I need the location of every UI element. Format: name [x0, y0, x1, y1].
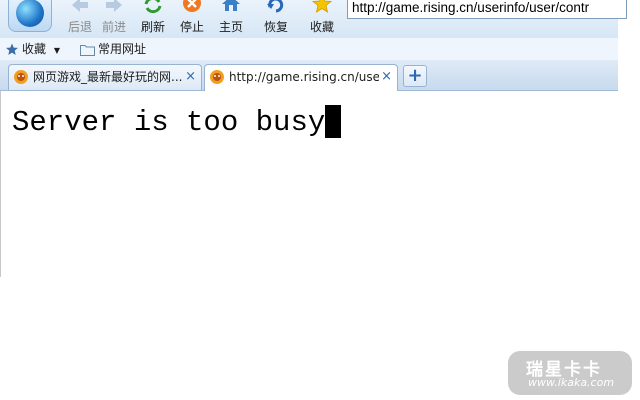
common-sites-folder[interactable]: 常用网址 — [80, 41, 146, 57]
restore-icon — [267, 0, 284, 13]
new-tab-button[interactable]: + — [403, 65, 427, 87]
forward-button[interactable]: 前进 — [94, 0, 134, 38]
stop-icon — [183, 0, 201, 12]
page-content: Server is too busy — [0, 91, 619, 277]
folder-icon — [80, 44, 95, 56]
dropdown-arrow-icon: ▼ — [53, 46, 60, 55]
refresh-button[interactable]: 刷新 — [133, 0, 173, 38]
refresh-label: 刷新 — [140, 20, 165, 34]
stop-button[interactable]: 停止 — [172, 0, 212, 38]
tab-active-game-rising[interactable]: http://game.rising.cn/use... × — [204, 64, 398, 91]
forward-label: 前进 — [101, 20, 126, 34]
restore-label: 恢复 — [263, 20, 288, 34]
server-busy-message: Server is too busy — [12, 105, 342, 139]
watermark-url: www.ikaka.com — [528, 376, 615, 389]
tab-bar: 网页游戏_最新最好玩的网... × http://game.rising.cn/… — [0, 60, 618, 91]
tab-favicon-icon — [14, 70, 28, 84]
watermark-logo: 瑞星卡卡 www.ikaka.com — [508, 351, 632, 395]
refresh-icon — [144, 0, 162, 14]
common-sites-label: 常用网址 — [98, 42, 147, 56]
tab-close-icon[interactable]: × — [381, 65, 392, 89]
text-cursor — [325, 105, 342, 138]
home-icon — [222, 0, 240, 11]
tab-games[interactable]: 网页游戏_最新最好玩的网... × — [8, 64, 202, 90]
browser-toolbar: 后退 前进 刷新 停止 主页 恢复 收藏 http://game.rising.… — [0, 0, 627, 38]
favorites-menu-label: 收藏 — [22, 42, 47, 56]
star-icon — [311, 0, 333, 13]
forward-arrow-icon — [106, 0, 122, 12]
tab-title: http://game.rising.cn/use... — [229, 70, 379, 84]
favorites-button[interactable]: 收藏 — [302, 0, 342, 38]
home-button[interactable]: 主页 — [211, 0, 251, 38]
back-arrow-icon — [72, 0, 88, 12]
browser-logo-icon[interactable] — [8, 0, 52, 32]
tab-title: 网页游戏_最新最好玩的网... — [33, 70, 183, 84]
restore-button[interactable]: 恢复 — [256, 0, 296, 38]
address-bar[interactable]: http://game.rising.cn/userinfo/user/cont… — [347, 0, 627, 19]
favorites-menu[interactable]: 收藏 ▼ — [5, 41, 60, 57]
favorites-label: 收藏 — [309, 20, 334, 34]
favorites-star-icon — [6, 43, 18, 55]
tab-close-icon[interactable]: × — [185, 65, 196, 89]
tab-favicon-icon — [210, 70, 224, 84]
favorites-bar: 收藏 ▼ 常用网址 — [0, 38, 618, 61]
error-text: Server is too busy — [12, 106, 326, 139]
home-label: 主页 — [218, 20, 243, 34]
stop-label: 停止 — [179, 20, 204, 34]
